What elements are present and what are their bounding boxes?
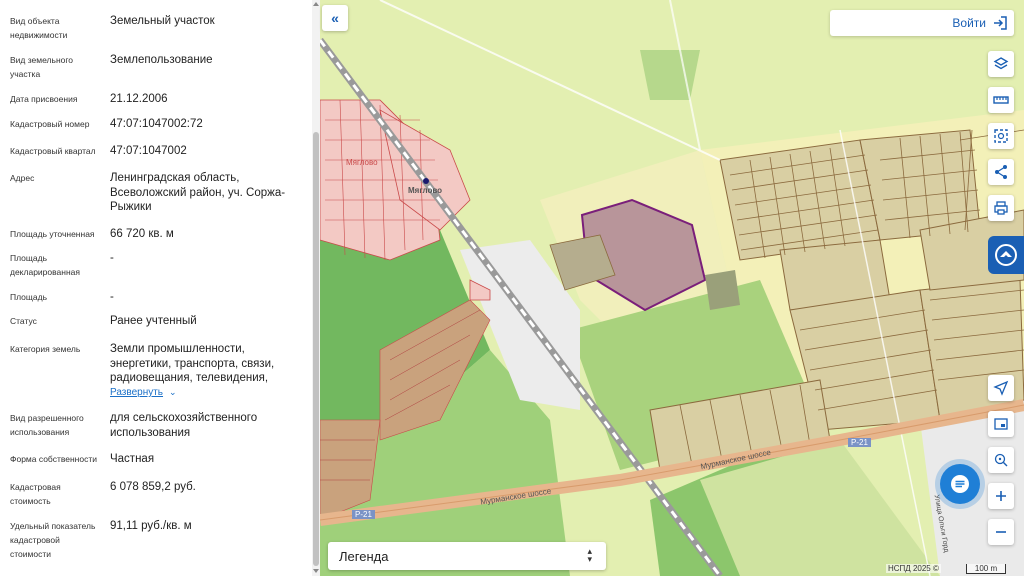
row-label: Площадь декларированная (10, 253, 80, 277)
print-icon (994, 201, 1008, 215)
share-icon (995, 165, 1007, 179)
map-graphics (320, 0, 1024, 576)
collapse-panel-button[interactable]: « (322, 5, 348, 31)
rosreestr-logo-icon (995, 244, 1017, 266)
row-value: 21.12.2006 (110, 93, 168, 105)
row-label: Статус (10, 316, 37, 326)
legend-dropdown[interactable]: Легенда ▴ ▾ (328, 542, 606, 570)
row-value: Земли промышленности, энергетики, трансп… (110, 343, 275, 384)
row-label: Удельный показатель кадастровой стоимост… (10, 521, 96, 559)
chevron-down-icon: ⌄ (169, 387, 177, 397)
property-info-panel: Вид объекта недвижимости Земельный участ… (0, 0, 320, 576)
row-label: Дата присвоения (10, 94, 78, 104)
row-value: для сельскохозяйственного использования (110, 412, 258, 439)
minimap-button[interactable] (988, 411, 1014, 437)
locate-button[interactable] (988, 375, 1014, 401)
map-label-village: Мяглово (408, 186, 443, 195)
login-label: Войти (952, 16, 986, 30)
row-label: Форма собственности (10, 454, 97, 464)
chat-button[interactable] (940, 464, 980, 504)
chat-icon (951, 475, 969, 493)
row-value: - (110, 252, 114, 264)
zoom-in-button[interactable] (988, 483, 1014, 509)
expand-link[interactable]: Развернуть ⌄ (110, 387, 177, 398)
legend-label: Легенда (339, 549, 389, 564)
row-value: 6 078 859,2 руб. (110, 481, 196, 493)
row-value: 91,11 руб./кв. м (110, 520, 192, 532)
row-label: Площадь (10, 292, 48, 302)
row-label: Площадь уточненная (10, 229, 95, 239)
row-label: Кадастровый номер (10, 119, 90, 129)
row-value: 66 720 кв. м (110, 228, 174, 240)
row-label: Вид разрешенного использования (10, 413, 84, 437)
area-select-icon (994, 129, 1008, 143)
login-button[interactable]: Войти (830, 10, 1014, 36)
row-label: Вид объекта недвижимости (10, 16, 68, 40)
row-value: Ленинградская область, Всеволожский райо… (110, 172, 286, 213)
layers-button[interactable] (988, 51, 1014, 77)
row-label: Категория земель (10, 344, 81, 354)
map-label-village: Мяглово (346, 158, 378, 167)
double-chevron-left-icon: « (331, 10, 339, 26)
scroll-down-icon[interactable] (313, 569, 319, 573)
rosreestr-service-button[interactable] (988, 236, 1024, 274)
share-button[interactable] (988, 159, 1014, 185)
map-scale-bar: 100 m (966, 564, 1006, 574)
chevron-updown-icon: ▴ ▾ (587, 546, 592, 564)
minus-icon (996, 531, 1006, 533)
row-label: Адрес (10, 173, 35, 183)
row-value: Землепользование (110, 54, 213, 66)
ruler-button[interactable] (988, 87, 1014, 113)
ruler-icon (993, 96, 1009, 104)
layers-icon (993, 57, 1009, 70)
expand-label: Развернуть (110, 387, 164, 398)
locate-arrow-icon (993, 380, 1009, 396)
row-label: Кадастровый квартал (10, 146, 96, 156)
row-label: Вид земельного участка (10, 55, 74, 79)
row-value[interactable]: 47:07:1047002 (110, 144, 300, 159)
search-point-icon (994, 453, 1008, 467)
map-canvas[interactable]: Мяглово Мяглово Мурманское шоссе Мурманс… (320, 0, 1024, 576)
plus-icon (996, 491, 1006, 501)
map-label-road-code: Р-21 (352, 510, 375, 519)
row-value: Частная (110, 453, 155, 465)
row-value: - (110, 291, 114, 303)
zoom-out-button[interactable] (988, 519, 1014, 545)
row-value[interactable]: 47:07:1047002:72 (110, 117, 300, 132)
area-select-button[interactable] (988, 123, 1014, 149)
map-attribution: НСПД 2025 © (886, 564, 941, 573)
row-value: Ранее учтенный (110, 315, 197, 327)
minimap-icon (994, 418, 1008, 430)
print-button[interactable] (988, 195, 1014, 221)
search-point-button[interactable] (988, 447, 1014, 473)
map-label-road-code: Р-21 (848, 438, 871, 447)
scroll-up-icon[interactable] (313, 2, 319, 6)
row-label: Кадастровая стоимость (10, 482, 61, 506)
scroll-thumb[interactable] (313, 132, 319, 566)
login-icon (994, 16, 1007, 30)
row-value: Земельный участок (110, 15, 215, 27)
